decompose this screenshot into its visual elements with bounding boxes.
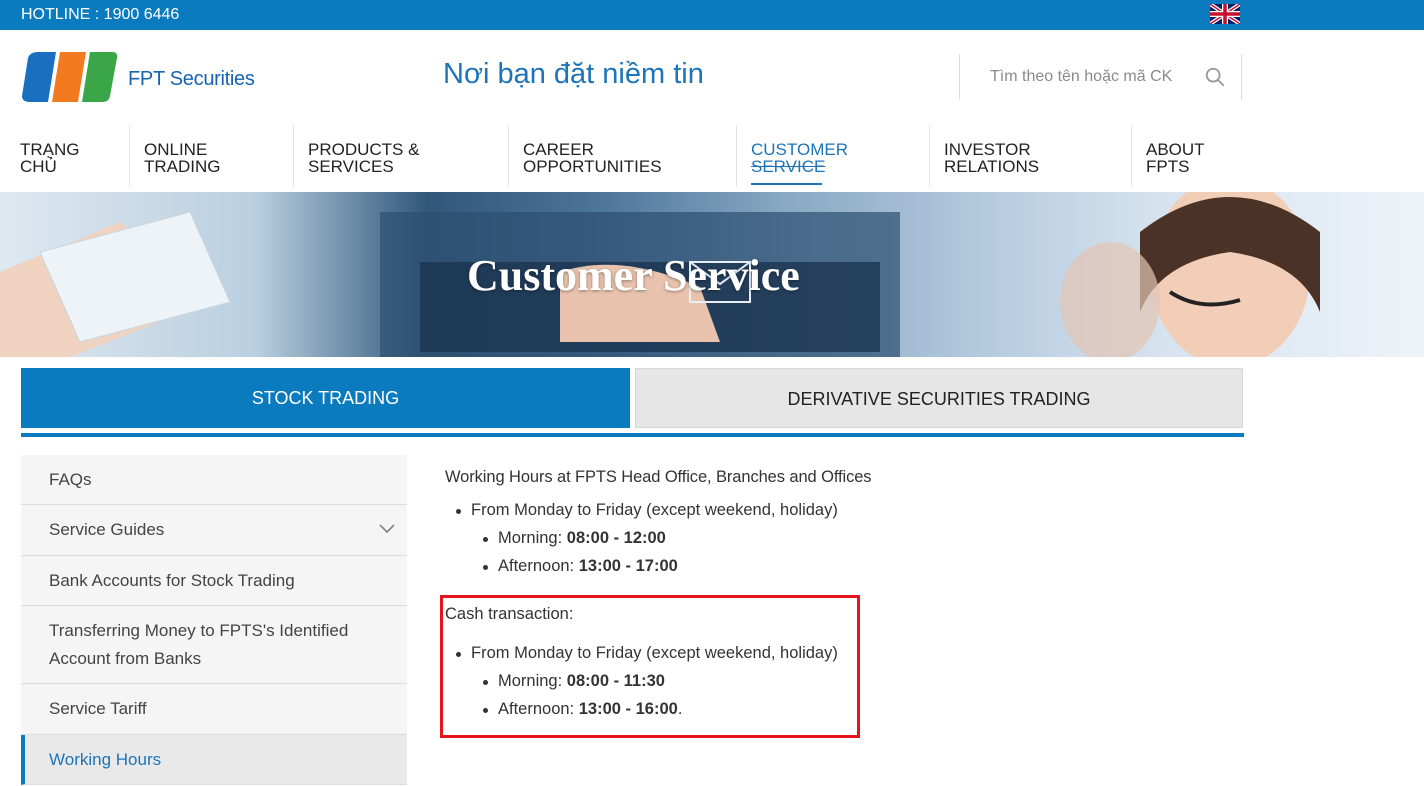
sidebar-item-label: FAQs	[49, 469, 92, 489]
sidebar-item-working-hours[interactable]: Working Hours	[21, 735, 407, 785]
list-item: Morning: 08:00 - 12:00	[445, 529, 1245, 548]
morning-time: 08:00 - 12:00	[566, 529, 666, 547]
nav-label-line1: CAREER	[523, 140, 594, 159]
nav-item-career[interactable]: CAREER OPPORTUNITIES	[523, 125, 737, 187]
nav-active-underline	[751, 183, 822, 185]
slogan: Nơi bạn đặt niềm tin	[443, 58, 704, 90]
main-nav: TRẠNG CHỦ ONLINE TRADING PRODUCTS & SERV…	[0, 125, 1424, 192]
fpts-logo-mark-icon	[22, 52, 118, 102]
nav-label-line2: SERVICES	[308, 157, 394, 176]
nav-label-line2: OPPORTUNITIES	[523, 157, 662, 176]
nav-label-line2: TRADING	[144, 157, 221, 176]
sidebar-item-faqs[interactable]: FAQs	[21, 455, 407, 505]
period-text: From Monday to Friday (except weekend, h…	[471, 644, 838, 662]
site-header: FPT Securities Nơi bạn đặt niềm tin	[0, 30, 1424, 125]
nav-label-line2: FPTS	[1146, 157, 1190, 176]
nav-item-about[interactable]: ABOUT FPTS	[1146, 125, 1242, 187]
sidebar-item-service-guides[interactable]: Service Guides	[21, 505, 407, 556]
sidebar-item-label: Working Hours	[49, 749, 162, 769]
search-input[interactable]	[990, 65, 1190, 89]
afternoon-time: 13:00 - 16:00	[578, 700, 678, 718]
working-hours-content: Working Hours at FPTS Head Office, Branc…	[445, 468, 1245, 576]
nav-item-customer-service[interactable]: CUSTOMER SERVICE	[751, 125, 930, 187]
uk-flag-icon[interactable]	[1210, 4, 1240, 24]
nav-item-investor-relations[interactable]: INVESTOR RELATIONS	[944, 125, 1132, 187]
nav-label-line2: RELATIONS	[944, 157, 1040, 176]
nav-label-line1: ABOUT	[1146, 140, 1205, 159]
nav-label-line1: CUSTOMER	[751, 140, 848, 159]
period-text: From Monday to Friday (except weekend, h…	[471, 501, 838, 519]
list-item: Afternoon: 13:00 - 17:00	[445, 557, 1245, 576]
sidebar-menu: FAQs Service Guides Bank Accounts for St…	[21, 455, 407, 785]
afternoon-label: Afternoon:	[498, 557, 575, 575]
sidebar-item-label: Service Guides	[49, 520, 165, 539]
morning-time: 08:00 - 11:30	[566, 672, 665, 690]
working-hours-heading: Working Hours at FPTS Head Office, Branc…	[445, 468, 872, 486]
afternoon-label: Afternoon:	[498, 700, 575, 718]
tab-derivative-trading[interactable]: DERIVATIVE SECURITIES TRADING	[635, 368, 1243, 428]
sidebar-item-bank-accounts[interactable]: Bank Accounts for Stock Trading	[21, 556, 407, 606]
nav-label-line1: TRẠNG	[20, 140, 80, 159]
list-item: Afternoon: 13:00 - 16:00.	[445, 700, 855, 719]
chevron-down-icon[interactable]	[379, 523, 395, 535]
nav-label-line1: ONLINE	[144, 140, 208, 159]
sidebar-item-label: Service Tariff	[49, 699, 147, 718]
nav-item-online-trading[interactable]: ONLINE TRADING	[144, 125, 294, 187]
cash-transaction-content: Cash transaction: From Monday to Friday …	[445, 605, 855, 719]
fpts-logo[interactable]: FPT Securities	[20, 46, 260, 108]
top-bar: HOTLINE : 1900 6446	[0, 0, 1424, 30]
afternoon-time: 13:00 - 17:00	[578, 557, 678, 575]
sidebar-item-transferring-money[interactable]: Transferring Money to FPTS's Identified …	[21, 606, 407, 684]
tab-divider	[21, 433, 1244, 437]
list-item: From Monday to Friday (except weekend, h…	[445, 644, 855, 663]
search-box	[959, 54, 1242, 100]
afternoon-suffix: .	[677, 700, 683, 718]
cash-transaction-list: From Monday to Friday (except weekend, h…	[445, 644, 855, 719]
nav-label-line1: PRODUCTS &	[308, 140, 420, 159]
hero-banner: Customer Service	[0, 192, 1424, 357]
sidebar-item-label: Transferring Money to FPTS's Identified …	[49, 620, 349, 668]
working-hours-list: From Monday to Friday (except weekend, h…	[445, 501, 1245, 576]
search-icon[interactable]	[1204, 66, 1226, 88]
nav-label-line2: SERVICE	[751, 157, 826, 176]
list-item: From Monday to Friday (except weekend, h…	[445, 501, 1245, 520]
sidebar-item-label: Bank Accounts for Stock Trading	[49, 570, 295, 590]
logo-text: FPT Securities	[128, 68, 255, 90]
banner-title: Customer Service	[467, 251, 800, 300]
cash-transaction-heading: Cash transaction:	[445, 605, 574, 623]
list-item: Morning: 08:00 - 11:30	[445, 672, 855, 691]
sidebar-item-service-tariff[interactable]: Service Tariff	[21, 684, 407, 735]
nav-label-line1: INVESTOR	[944, 140, 1031, 159]
nav-label-line2: CHỦ	[20, 157, 57, 176]
tab-stock-trading[interactable]: STOCK TRADING	[21, 368, 630, 428]
hotline-text: HOTLINE : 1900 6446	[21, 6, 180, 23]
nav-item-home[interactable]: TRẠNG CHỦ	[20, 125, 130, 187]
morning-label: Morning:	[498, 672, 563, 690]
nav-item-products-services[interactable]: PRODUCTS & SERVICES	[308, 125, 509, 187]
morning-label: Morning:	[498, 529, 563, 547]
